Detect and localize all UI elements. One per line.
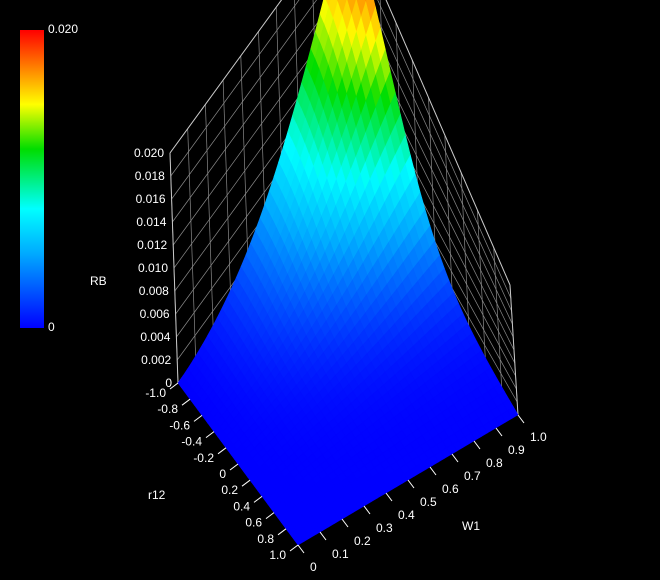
w1-tick-mark bbox=[451, 453, 459, 463]
z-axis-label: RB bbox=[90, 274, 107, 288]
z-tick-label: 0.002 bbox=[141, 353, 171, 367]
z-tick-label: 0.010 bbox=[138, 261, 168, 275]
colorbar-gradient bbox=[20, 30, 44, 328]
w1-tick-mark bbox=[495, 427, 503, 437]
z-tick-label: 0.018 bbox=[135, 169, 165, 183]
r12-axis-label: r12 bbox=[148, 488, 166, 502]
r12-tick-mark bbox=[241, 479, 251, 487]
w1-tick-mark bbox=[297, 544, 305, 554]
axis-frame bbox=[509, 284, 519, 416]
w1-tick-mark bbox=[319, 531, 327, 541]
colorbar: 0.020 0 bbox=[20, 22, 78, 334]
r12-tick-mark bbox=[181, 398, 191, 406]
w1-tick-label: 0.7 bbox=[464, 469, 481, 483]
w1-tick-mark bbox=[473, 440, 481, 450]
axis-frame bbox=[169, 152, 179, 384]
r12-tick-label: 0.2 bbox=[221, 483, 238, 497]
w1-tick-label: 0.1 bbox=[332, 547, 349, 561]
r12-tick-label: 1.0 bbox=[269, 548, 286, 562]
z-tick-label: 0.004 bbox=[140, 330, 170, 344]
r12-tick-label: -0.6 bbox=[169, 418, 190, 432]
r12-tick-label: 0.6 bbox=[245, 516, 262, 530]
w1-tick-label: 0.6 bbox=[442, 482, 459, 496]
z-tick-label: 0.012 bbox=[137, 238, 167, 252]
r12-tick-label: 0 bbox=[219, 467, 226, 481]
r12-tick-label: -0.8 bbox=[157, 402, 178, 416]
w1-tick-label: 0.5 bbox=[420, 495, 437, 509]
r12-tick-label: 0.8 bbox=[257, 532, 274, 546]
r12-tick-mark bbox=[217, 447, 227, 455]
w1-tick-mark bbox=[517, 414, 525, 424]
w1-axis-label: W1 bbox=[462, 519, 480, 533]
r12-tick-label: 0.4 bbox=[233, 499, 250, 513]
w1-tick-mark bbox=[363, 505, 371, 515]
w1-tick-label: 1.0 bbox=[530, 430, 547, 444]
r12-tick-label: -1.0 bbox=[145, 386, 166, 400]
r12-tick-mark bbox=[289, 544, 299, 552]
r12-tick-label: -0.2 bbox=[193, 451, 214, 465]
z-axis-ticks: 00.0020.0040.0060.0080.0100.0120.0140.01… bbox=[134, 146, 172, 390]
r12-tick-mark bbox=[205, 431, 215, 439]
r12-tick-mark bbox=[253, 495, 263, 503]
z-tick-label: 0.006 bbox=[140, 307, 170, 321]
z-tick-label: 0.008 bbox=[139, 284, 169, 298]
w1-tick-label: 0.4 bbox=[398, 508, 415, 522]
colorbar-min-label: 0 bbox=[48, 320, 55, 334]
w1-tick-mark bbox=[385, 492, 393, 502]
z-tick-label: 0.016 bbox=[136, 192, 166, 206]
r12-tick-label: -0.4 bbox=[181, 435, 202, 449]
w1-tick-label: 0 bbox=[310, 560, 317, 574]
w1-tick-label: 0.2 bbox=[354, 534, 371, 548]
w1-tick-mark bbox=[429, 466, 437, 476]
w1-tick-mark bbox=[407, 479, 415, 489]
r12-tick-mark bbox=[277, 528, 287, 536]
surface-mesh bbox=[177, 0, 519, 546]
w1-tick-mark bbox=[341, 518, 349, 528]
w1-tick-label: 0.9 bbox=[508, 443, 525, 457]
r12-tick-mark bbox=[193, 414, 203, 422]
r12-tick-mark bbox=[229, 463, 239, 471]
colorbar-max-label: 0.020 bbox=[48, 22, 78, 36]
w1-tick-label: 0.3 bbox=[376, 521, 393, 535]
w1-tick-label: 0.8 bbox=[486, 456, 503, 470]
z-tick-label: 0.020 bbox=[134, 146, 164, 160]
z-tick-label: 0.014 bbox=[136, 215, 166, 229]
surface-plot: 0.020 0 0 0.002 0.004 0.006 0.008 0.010 0.012 0… bbox=[20, 0, 547, 574]
r12-tick-mark bbox=[265, 512, 275, 519]
